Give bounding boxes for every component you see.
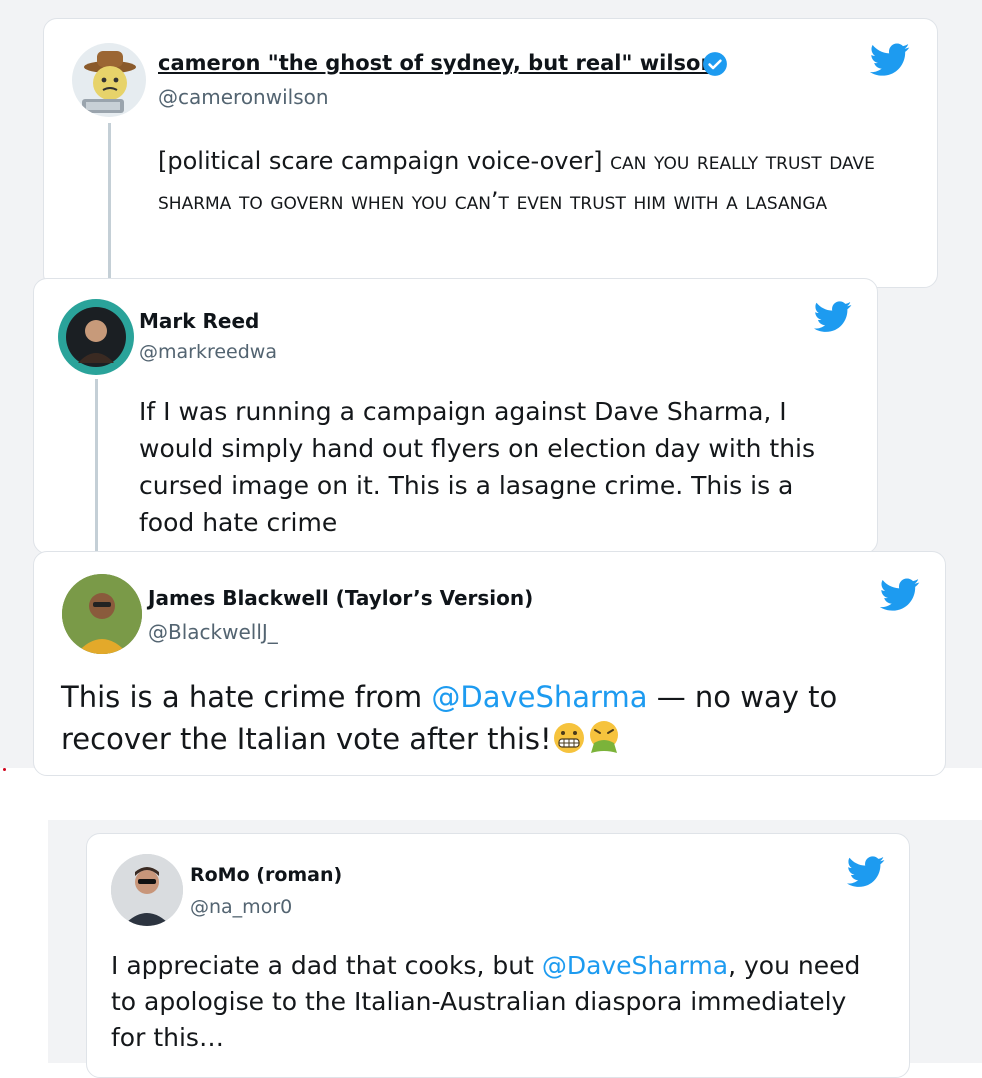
tweet-author-name[interactable]: Mark Reed (139, 309, 259, 333)
tweet-text: This is a hate crime from @DaveSharma — … (61, 676, 901, 766)
red-dot-marker (3, 768, 6, 771)
tweet-card-cameron[interactable]: cameron "the ghost of sydney, but real" … (43, 18, 938, 288)
tweet-author-handle[interactable]: @BlackwellJ_ (148, 620, 278, 644)
tweet-text-before: I appreciate a dad that cooks, but (111, 951, 542, 980)
tweet-text-prefix: [political scare campaign voice-over] (158, 147, 611, 175)
tweet-text: [political scare campaign voice-over] ca… (158, 141, 918, 221)
tweet-text-before: This is a hate crime from (61, 680, 432, 714)
avatar[interactable] (58, 299, 134, 375)
vomiting-face-emoji-icon (586, 719, 622, 766)
twitter-bird-icon[interactable] (879, 578, 920, 616)
twitter-bird-icon[interactable] (846, 856, 885, 892)
tweet-author-handle[interactable]: @markreedwa (139, 341, 277, 363)
grimacing-face-emoji-icon (552, 721, 586, 766)
twitter-bird-icon[interactable] (869, 43, 910, 81)
tweet-author-handle[interactable]: @na_mor0 (190, 896, 292, 918)
tweet-author-handle[interactable]: @cameronwilson (158, 85, 329, 109)
tweet-card-romo[interactable]: RoMo (roman) @na_mor0 I appreciate a dad… (86, 833, 910, 1078)
twitter-bird-icon[interactable] (813, 301, 852, 337)
photo-avatar-icon (66, 307, 126, 367)
tweet-card-james-blackwell[interactable]: James Blackwell (Taylor’s Version) @Blac… (33, 551, 946, 776)
tweet-text: I appreciate a dad that cooks, but @Dave… (111, 948, 871, 1056)
cowboy-emoji-avatar-icon (82, 51, 136, 113)
verified-badge-icon (702, 51, 728, 81)
avatar[interactable] (62, 574, 142, 654)
avatar[interactable] (72, 43, 146, 117)
tweet-author-name[interactable]: RoMo (roman) (190, 864, 342, 886)
avatar[interactable] (111, 854, 183, 926)
photo-avatar-icon (111, 854, 183, 926)
tweet-text: If I was running a campaign against Dave… (139, 397, 816, 537)
photo-avatar-icon (62, 574, 142, 654)
thread-line (95, 379, 98, 553)
tweet-author-name[interactable]: James Blackwell (Taylor’s Version) (148, 586, 533, 610)
mention-link[interactable]: @DaveSharma (431, 680, 647, 714)
tweet-author-name[interactable]: cameron "the ghost of sydney, but real" … (158, 51, 715, 75)
thread-line (108, 123, 111, 287)
tweet-card-mark-reed[interactable]: Mark Reed @markreedwa If I was running a… (33, 278, 878, 554)
mention-link[interactable]: @DaveSharma (542, 951, 728, 980)
